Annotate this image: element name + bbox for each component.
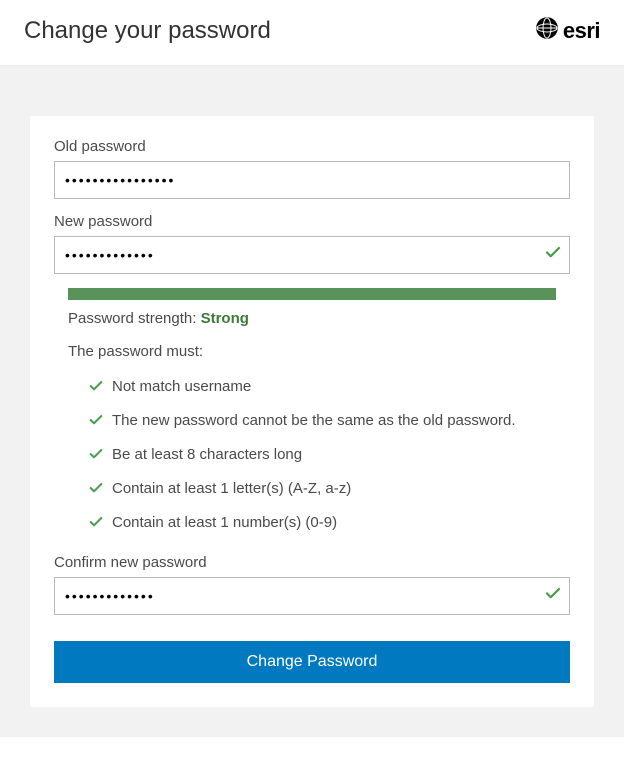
check-icon [544,244,562,267]
rule-item: Contain at least 1 number(s) (0-9) [88,512,556,536]
old-password-wrap [54,161,570,199]
change-password-button[interactable]: Change Password [54,641,570,683]
check-icon [88,378,104,400]
check-icon [544,585,562,608]
check-icon [88,480,104,502]
new-password-wrap [54,236,570,274]
new-password-label: New password [54,213,570,230]
rule-item: The new password cannot be the same as t… [88,410,556,434]
rule-text: Not match username [112,376,251,397]
page-header: Change your password esri [0,0,624,66]
old-password-label: Old password [54,138,570,155]
rule-item: Not match username [88,376,556,400]
rule-text: Contain at least 1 letter(s) (A-Z, a-z) [112,478,351,499]
confirm-password-label: Confirm new password [54,554,570,571]
strength-block: Password strength: Strong The password m… [54,288,570,536]
new-password-input[interactable] [54,236,570,274]
check-icon [88,514,104,536]
rule-text: The new password cannot be the same as t… [112,410,516,431]
rules-intro: The password must: [68,343,556,360]
globe-icon [535,16,559,45]
old-password-input[interactable] [54,161,570,199]
strength-prefix: Password strength: [68,310,201,327]
password-card: Old password New password Password stren… [30,116,594,707]
strength-bar [68,288,556,300]
rule-text: Contain at least 1 number(s) (0-9) [112,512,337,533]
strength-level: Strong [201,310,249,327]
esri-logo: esri [535,16,600,45]
confirm-password-wrap [54,577,570,615]
rule-item: Be at least 8 characters long [88,444,556,468]
rule-item: Contain at least 1 letter(s) (A-Z, a-z) [88,478,556,502]
rule-text: Be at least 8 characters long [112,444,302,465]
check-icon [88,446,104,468]
form-container: Old password New password Password stren… [0,66,624,737]
logo-text: esri [563,18,600,44]
check-icon [88,412,104,434]
rules-list: Not match username The new password cann… [68,376,556,536]
strength-text: Password strength: Strong [68,310,556,327]
confirm-password-input[interactable] [54,577,570,615]
page-title: Change your password [24,17,271,45]
